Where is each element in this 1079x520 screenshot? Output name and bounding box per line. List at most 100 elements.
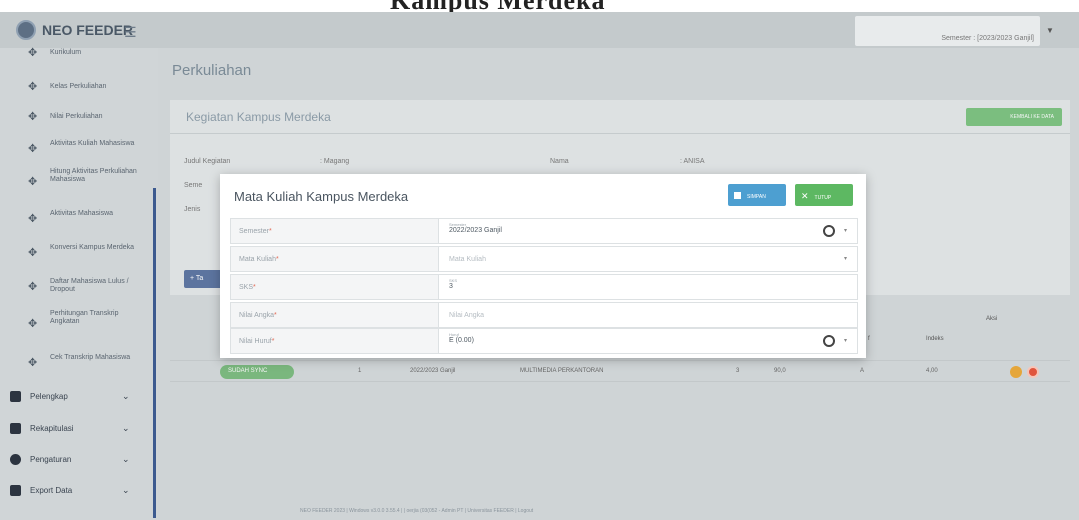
sidebar-item-label: Kelas Perkuliahan: [50, 83, 107, 90]
field-label: Nilai Angka*: [231, 303, 439, 327]
nilai-angka-input: Nilai Angka: [449, 312, 485, 319]
semester-field[interactable]: Semester* Semester 2022/2023 Ganjil ▾: [230, 218, 858, 244]
close-button[interactable]: ✕ TUTUP: [795, 184, 853, 206]
sidebar-item-aktivitas-mahasiswa[interactable]: ✥ Aktivitas Mahasiswa: [0, 210, 150, 230]
sidebar-item-daftar-mahasiswa-lulus[interactable]: ✥ Daftar Mahasiswa Lulus / Dropout: [0, 278, 150, 298]
sidebar: ✥ Kurikulum ✥ Kelas Perkuliahan ✥ Nilai …: [0, 47, 158, 520]
move-icon: ✥: [28, 111, 38, 123]
row-number: 1: [358, 368, 362, 374]
briefcase-icon: [10, 391, 21, 402]
judul-label: Judul Kegiatan: [184, 158, 231, 165]
sidebar-item-label: Cek Transkrip Mahasiswa: [50, 354, 131, 361]
field-label: SKS*: [231, 275, 439, 299]
clear-icon[interactable]: [823, 225, 835, 237]
move-icon: ✥: [28, 81, 38, 93]
sks-input: SKS 3: [449, 278, 458, 290]
field-label: Mata Kuliah*: [231, 247, 439, 271]
sidebar-group-label: Export Data: [30, 486, 73, 495]
table-header-aksi: Aksi: [986, 316, 998, 322]
card-header: Kegiatan Kampus Merdeka KEMBALI KE DATA: [170, 100, 1070, 134]
sidebar-item-nilai-perkuliahan[interactable]: ✥ Nilai Perkuliahan: [0, 111, 150, 124]
menu-toggle-icon[interactable]: ☰: [124, 24, 137, 41]
move-icon: ✥: [28, 213, 38, 225]
semester-label: Semester : [2023/2023 Ganjil]: [941, 35, 1034, 42]
sidebar-item-label: Kurikulum: [50, 49, 82, 56]
semester-label: Seme: [184, 182, 203, 189]
row-semester: 2022/2023 Ganjil: [410, 368, 456, 374]
sidebar-group-pelengkap[interactable]: Pelengkap ⌄: [0, 390, 150, 404]
sks-field[interactable]: SKS* SKS 3: [230, 274, 858, 300]
page-title: Perkuliahan: [172, 62, 252, 79]
chevron-down-icon: ⌄: [122, 485, 130, 495]
sidebar-group-pengaturan[interactable]: Pengaturan ⌄: [0, 453, 150, 467]
close-icon: ✕: [801, 191, 809, 201]
top-navbar: NEO FEEDER ☰ Semester : [2023/2023 Ganji…: [0, 12, 1079, 48]
chevron-down-icon[interactable]: ▾: [844, 255, 847, 262]
table-header-indeks: Indeks: [926, 336, 944, 342]
move-icon: ✥: [28, 143, 38, 155]
save-button-label: SIMPAN: [747, 194, 766, 200]
semester-select-value: Semester 2022/2023 Ganjil: [449, 222, 502, 234]
row-sks: 3: [736, 368, 740, 374]
edit-icon[interactable]: [1010, 366, 1022, 378]
nilai-huruf-field[interactable]: Nilai Huruf* Huruf E (0.00) ▾: [230, 328, 858, 354]
chevron-down-icon[interactable]: ▾: [844, 337, 847, 344]
move-icon: ✥: [28, 176, 38, 188]
row-nilai-huruf: A: [860, 368, 865, 374]
folder-icon: [10, 485, 21, 496]
clear-icon[interactable]: [823, 335, 835, 347]
sidebar-item-perhitungan-transkrip[interactable]: ✥ Perhitungan Transkrip Angkatan: [0, 310, 150, 338]
mata-kuliah-field[interactable]: Mata Kuliah* Mata Kuliah ▾: [230, 246, 858, 272]
delete-icon[interactable]: [1027, 366, 1039, 378]
sidebar-item-hitung-aktivitas[interactable]: ✥ Hitung Aktivitas Perkuliahan Mahasiswa: [0, 168, 150, 196]
app-name: NEO FEEDER: [42, 22, 134, 38]
sidebar-item-aktivitas-kuliah[interactable]: ✥ Aktivitas Kuliah Mahasiswa: [0, 140, 150, 160]
sidebar-item-cek-transkrip[interactable]: ✥ Cek Transkrip Mahasiswa: [0, 354, 150, 374]
row-indeks: 4,00: [926, 368, 938, 374]
chevron-down-icon[interactable]: ▾: [844, 227, 847, 234]
nama-value: : ANISA: [680, 158, 705, 165]
sidebar-scrollbar[interactable]: [153, 188, 156, 518]
chevron-down-icon: ⌄: [122, 454, 130, 464]
neo-feeder-logo-icon: [16, 20, 36, 40]
sidebar-item-label: Daftar Mahasiswa Lulus / Dropout: [50, 278, 129, 293]
sidebar-item-kelas-perkuliahan[interactable]: ✥ Kelas Perkuliahan: [0, 81, 150, 94]
sidebar-item-konversi-kampus-merdeka[interactable]: ✥ Konversi Kampus Merdeka: [0, 244, 150, 264]
footer: NEO FEEDER 2023 | Windows v3.0.0 3.55.4 …: [300, 508, 534, 514]
nama-label: Nama: [550, 158, 569, 165]
field-label: Semester*: [231, 219, 439, 243]
floppy-icon: [734, 192, 741, 199]
nilai-huruf-select-value: Huruf E (0.00): [449, 332, 474, 344]
judul-value: : Magang: [320, 158, 350, 165]
sidebar-item-label: Aktivitas Kuliah Mahasiswa: [50, 140, 135, 147]
chevron-down-icon: ⌄: [122, 391, 130, 401]
jenis-label: Jenis: [184, 206, 201, 213]
document-header-strip: Kampus Merdeka: [0, 0, 1079, 15]
save-button[interactable]: SIMPAN: [728, 184, 786, 206]
sidebar-item-label: Konversi Kampus Merdeka: [50, 244, 135, 251]
sidebar-item-label: Aktivitas Mahasiswa: [50, 210, 114, 217]
field-label: Nilai Huruf*: [231, 329, 439, 353]
sidebar-group-export-data[interactable]: Export Data ⌄: [0, 484, 150, 498]
move-icon: ✥: [28, 47, 38, 59]
brand[interactable]: NEO FEEDER: [16, 20, 133, 40]
move-icon: ✥: [28, 281, 38, 293]
nilai-angka-field[interactable]: Nilai Angka* Nilai Angka: [230, 302, 858, 328]
mata-kuliah-select: Mata Kuliah: [449, 256, 486, 263]
chevron-down-icon: ⌄: [122, 423, 130, 433]
semester-selector[interactable]: Semester : [2023/2023 Ganjil]: [855, 16, 1040, 46]
modal-title: Mata Kuliah Kampus Merdeka: [234, 189, 409, 204]
close-button-label: TUTUP: [814, 195, 832, 201]
sidebar-group-rekapitulasi[interactable]: Rekapitulasi ⌄: [0, 422, 150, 436]
chevron-down-icon[interactable]: ▼: [1046, 26, 1054, 35]
card-title: Kegiatan Kampus Merdeka: [186, 110, 331, 124]
sidebar-item-label: Hitung Aktivitas Perkuliahan Mahasiswa: [50, 168, 137, 183]
back-to-data-button[interactable]: KEMBALI KE DATA: [966, 108, 1062, 126]
move-icon: ✥: [28, 357, 38, 369]
sidebar-item-label: Perhitungan Transkrip Angkatan: [50, 310, 119, 325]
sidebar-item-kurikulum[interactable]: ✥ Kurikulum: [0, 47, 150, 60]
table-icon: [10, 423, 21, 434]
mata-kuliah-modal: Mata Kuliah Kampus Merdeka SIMPAN ✕ TUTUP…: [220, 174, 866, 358]
sidebar-group-label: Pelengkap: [30, 392, 68, 401]
row-nilai-angka: 90,0: [774, 368, 786, 374]
